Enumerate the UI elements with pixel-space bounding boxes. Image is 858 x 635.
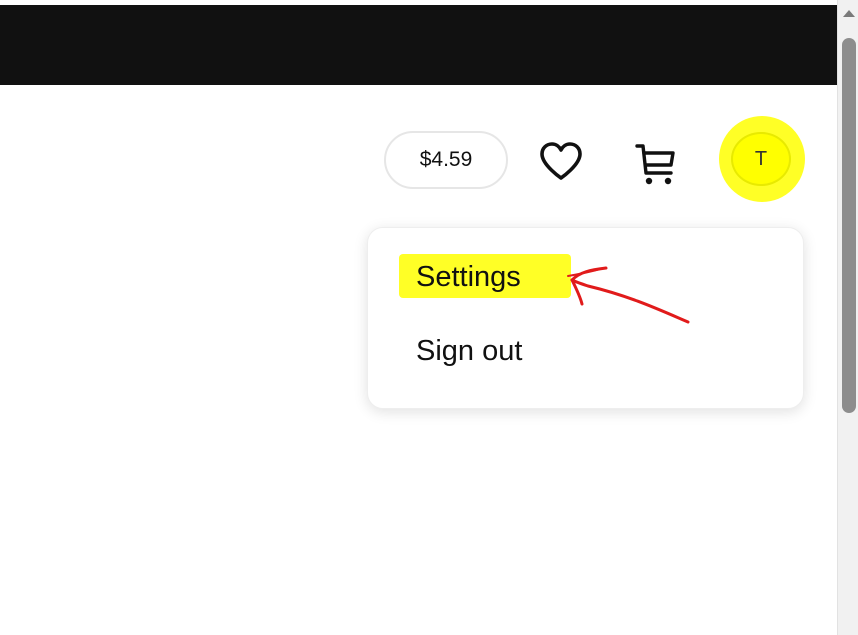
menu-item-sign-out[interactable]: Sign out (416, 335, 522, 368)
credit-balance-button[interactable]: $4.59 (384, 131, 508, 189)
scrollbar-thumb[interactable] (842, 38, 856, 413)
heart-icon (540, 142, 582, 180)
scroll-up-arrow-icon[interactable] (843, 10, 855, 17)
credit-balance-text: $4.59 (419, 148, 473, 171)
window-top-edge (0, 0, 837, 5)
cart-icon (635, 144, 675, 185)
cart-button[interactable] (628, 134, 684, 190)
vertical-scrollbar[interactable] (837, 0, 858, 635)
avatar-initial: T (754, 147, 768, 170)
favorites-button[interactable] (533, 136, 589, 186)
red-arrow-annotation (567, 266, 690, 324)
user-avatar-button[interactable]: T (733, 134, 789, 184)
menu-item-settings[interactable]: Settings (416, 261, 521, 294)
top-navigation-bar (0, 0, 837, 85)
